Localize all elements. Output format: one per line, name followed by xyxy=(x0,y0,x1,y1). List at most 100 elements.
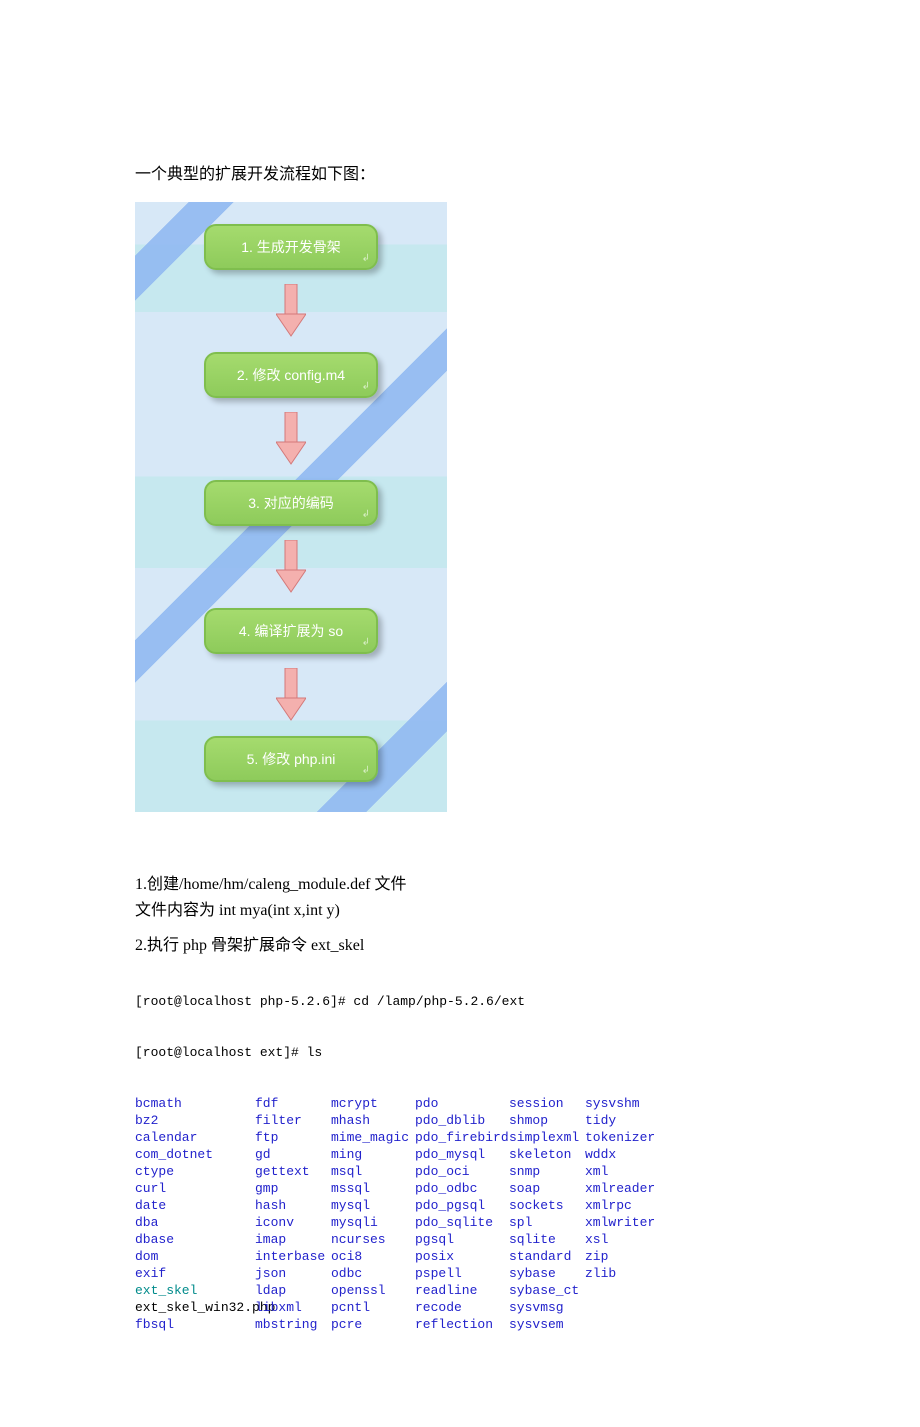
ls-entry: pdo_dblib xyxy=(415,1112,509,1129)
ls-entry: ext_skel xyxy=(135,1282,255,1299)
ls-entry: readline xyxy=(415,1282,509,1299)
section2-title: 2.执行 php 骨架扩展命令 ext_skel xyxy=(135,933,785,959)
ls-entry: json xyxy=(255,1265,331,1282)
ls-entry: shmop xyxy=(509,1112,585,1129)
ls-entry: oci8 xyxy=(331,1248,415,1265)
flow-step-5: 5. 修改 php.ini↲ xyxy=(204,736,378,782)
ls-entry: date xyxy=(135,1197,255,1214)
ls-entry: hash xyxy=(255,1197,331,1214)
intro-text: 一个典型的扩展开发流程如下图： xyxy=(135,160,785,184)
ls-entry xyxy=(585,1282,661,1299)
ls-entry: skeleton xyxy=(509,1146,585,1163)
ls-entry: com_dotnet xyxy=(135,1146,255,1163)
ls-entry: ncurses xyxy=(331,1231,415,1248)
ls-entry: pgsql xyxy=(415,1231,509,1248)
ls-entry: xmlreader xyxy=(585,1180,661,1197)
ls-entry: ctype xyxy=(135,1163,255,1180)
section1-line2: 文件内容为 int mya(int x,int y) xyxy=(135,898,785,924)
ls-entry: pdo_sqlite xyxy=(415,1214,509,1231)
ls-entry: ext_skel_win32.php xyxy=(135,1299,255,1316)
ls-entry xyxy=(585,1316,661,1333)
ls-entry: mime_magic xyxy=(331,1129,415,1146)
ls-entry: imap xyxy=(255,1231,331,1248)
ls-entry: zlib xyxy=(585,1265,661,1282)
prompt-line: [root@localhost php-5.2.6]# cd /lamp/php… xyxy=(135,993,785,1010)
flow-step-3: 3. 对应的编码↲ xyxy=(204,480,378,526)
ls-entry: fdf xyxy=(255,1095,331,1112)
ls-entry: gettext xyxy=(255,1163,331,1180)
ls-entry: sysvshm xyxy=(585,1095,661,1112)
ls-entry: bz2 xyxy=(135,1112,255,1129)
ls-entry: filter xyxy=(255,1112,331,1129)
ls-entry: xml xyxy=(585,1163,661,1180)
ls-entry: mbstring xyxy=(255,1316,331,1333)
ls-entry: soap xyxy=(509,1180,585,1197)
ls-entry: pspell xyxy=(415,1265,509,1282)
ls-entry: posix xyxy=(415,1248,509,1265)
ls-entry: ming xyxy=(331,1146,415,1163)
ls-entry: sysvsem xyxy=(509,1316,585,1333)
ls-entry: ldap xyxy=(255,1282,331,1299)
ls-entry: dba xyxy=(135,1214,255,1231)
ls-entry: odbc xyxy=(331,1265,415,1282)
ls-entry: pdo_odbc xyxy=(415,1180,509,1197)
ls-entry: curl xyxy=(135,1180,255,1197)
ls-entry: openssl xyxy=(331,1282,415,1299)
arrow-down-icon xyxy=(276,284,306,338)
ls-entry: reflection xyxy=(415,1316,509,1333)
ls-entry: msql xyxy=(331,1163,415,1180)
ls-entry: xmlwriter xyxy=(585,1214,661,1231)
arrow-down-icon xyxy=(276,668,306,722)
ls-entry: mcrypt xyxy=(331,1095,415,1112)
flow-step-4: 4. 编译扩展为 so↲ xyxy=(204,608,378,654)
arrow-down-icon xyxy=(276,412,306,466)
flow-step-2: 2. 修改 config.m4↲ xyxy=(204,352,378,398)
section-1: 1.创建/home/hm/caleng_module.def 文件 文件内容为 … xyxy=(135,872,785,923)
ls-entry: libxml xyxy=(255,1299,331,1316)
ls-entry: mhash xyxy=(331,1112,415,1129)
flow-step-1: 1. 生成开发骨架↲ xyxy=(204,224,378,270)
ls-entry: sybase xyxy=(509,1265,585,1282)
ls-entry: sqlite xyxy=(509,1231,585,1248)
ls-entry: sockets xyxy=(509,1197,585,1214)
ls-entry: xmlrpc xyxy=(585,1197,661,1214)
ls-entry: gmp xyxy=(255,1180,331,1197)
ls-entry: iconv xyxy=(255,1214,331,1231)
ls-entry: pdo_mysql xyxy=(415,1146,509,1163)
ls-entry: pdo_oci xyxy=(415,1163,509,1180)
terminal-output: [root@localhost php-5.2.6]# cd /lamp/php… xyxy=(135,959,785,1367)
ls-entry xyxy=(585,1299,661,1316)
ls-entry: xsl xyxy=(585,1231,661,1248)
ls-entry: interbase xyxy=(255,1248,331,1265)
ls-entry: simplexml xyxy=(509,1129,585,1146)
ls-entry: fbsql xyxy=(135,1316,255,1333)
ls-entry: mysql xyxy=(331,1197,415,1214)
ls-entry: wddx xyxy=(585,1146,661,1163)
ls-entry: pdo_firebird xyxy=(415,1129,509,1146)
ls-entry: standard xyxy=(509,1248,585,1265)
flowchart: 1. 生成开发骨架↲ 2. 修改 config.m4↲ 3. 对应的编码↲ 4.… xyxy=(135,202,447,812)
ls-entry: pcntl xyxy=(331,1299,415,1316)
ls-entry: sybase_ct xyxy=(509,1282,585,1299)
ls-entry: pcre xyxy=(331,1316,415,1333)
ls-entry: session xyxy=(509,1095,585,1112)
ls-entry: pdo_pgsql xyxy=(415,1197,509,1214)
prompt-line: [root@localhost ext]# ls xyxy=(135,1044,785,1061)
ls-entry: mysqli xyxy=(331,1214,415,1231)
ls-entry: exif xyxy=(135,1265,255,1282)
ls-entry: ftp xyxy=(255,1129,331,1146)
ls-entry: calendar xyxy=(135,1129,255,1146)
ls-entry: pdo xyxy=(415,1095,509,1112)
ls-entry: recode xyxy=(415,1299,509,1316)
section1-line1: 1.创建/home/hm/caleng_module.def 文件 xyxy=(135,872,785,898)
ls-entry: sysvmsg xyxy=(509,1299,585,1316)
ls-entry: dom xyxy=(135,1248,255,1265)
ls-entry: gd xyxy=(255,1146,331,1163)
ls-entry: mssql xyxy=(331,1180,415,1197)
arrow-down-icon xyxy=(276,540,306,594)
ls-entry: zip xyxy=(585,1248,661,1265)
ls-entry: spl xyxy=(509,1214,585,1231)
ls-entry: bcmath xyxy=(135,1095,255,1112)
ls-entry: snmp xyxy=(509,1163,585,1180)
ls-entry: dbase xyxy=(135,1231,255,1248)
